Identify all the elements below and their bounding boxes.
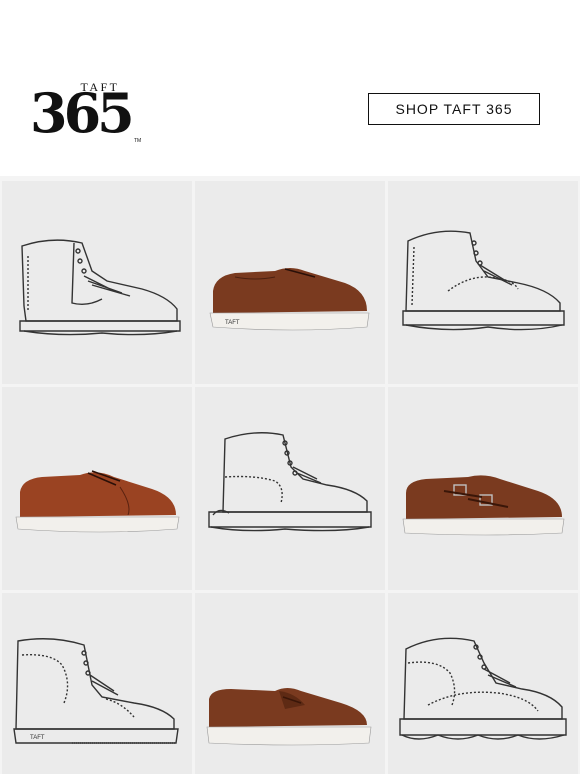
product-tile-2[interactable]: TAFT — [195, 181, 385, 384]
shop-taft-365-button[interactable]: SHOP TAFT 365 — [368, 93, 540, 125]
lace-up-boot-sketch-image — [208, 432, 372, 532]
product-tile-3[interactable] — [388, 181, 578, 384]
brown-double-monk-strap-image — [402, 475, 565, 536]
wingtip-brogue-boot-sketch-image: TAFT — [13, 638, 179, 744]
boot-sketch-image — [19, 239, 181, 336]
product-tile-5[interactable] — [195, 387, 385, 590]
product-tile-8[interactable] — [195, 593, 385, 774]
taft-365-logo[interactable]: TAFT 365 TM — [30, 80, 148, 146]
wingtip-hiking-boot-sketch-image — [399, 637, 567, 740]
header: TAFT 365 TM SHOP TAFT 365 — [0, 0, 580, 176]
product-tile-4[interactable] — [2, 387, 192, 590]
product-tile-7[interactable]: TAFT — [2, 593, 192, 774]
moc-toe-boot-sketch-image — [402, 230, 565, 331]
sole-label: TAFT — [225, 320, 240, 326]
product-tile-6[interactable] — [388, 387, 578, 590]
product-tile-9[interactable] — [388, 593, 578, 774]
product-grid: TAFT TAFT — [0, 176, 580, 774]
logo-trademark: TM — [134, 138, 142, 144]
brown-oxford-image: TAFT — [209, 268, 370, 331]
product-tile-1[interactable] — [2, 181, 192, 384]
sole-label: TAFT — [30, 735, 45, 741]
logo-number: 365 — [30, 81, 135, 145]
cognac-cap-toe-oxford-image — [15, 470, 180, 533]
brown-penny-loafer-image — [206, 688, 372, 746]
